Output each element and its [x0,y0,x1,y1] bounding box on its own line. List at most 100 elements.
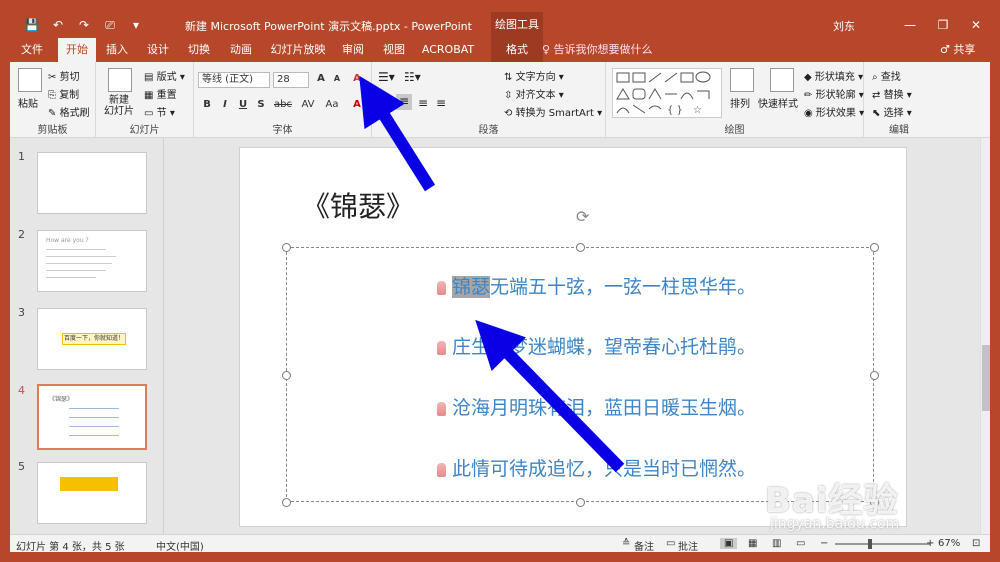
align-center-icon[interactable]: ≡ [396,94,412,110]
resize-handle[interactable] [576,498,585,507]
resize-handle[interactable] [282,498,291,507]
paste-icon[interactable] [18,68,42,92]
change-case-button[interactable]: Aa [322,98,342,112]
close-button[interactable]: ✕ [966,15,986,35]
strikethrough-button[interactable]: abc [272,98,294,112]
font-color-button[interactable]: A [350,98,364,112]
undo-icon[interactable]: ↶ [50,17,66,33]
slide-canvas[interactable]: 《锦瑟》 ⟳ 锦瑟无端五十弦，一弦一柱思华年。 庄生晓梦迷蝴蝶，望帝春心托杜鹃。… [239,147,907,527]
bold-button[interactable]: B [200,98,214,112]
tab-insert[interactable]: 插入 [102,38,132,62]
font-name-combo[interactable]: 等线 (正文) [198,72,270,88]
zoom-slider-knob[interactable] [868,539,872,549]
tab-animations[interactable]: 动画 [226,38,256,62]
tell-me-search[interactable]: ♀ 告诉我你想要做什么 [542,38,653,62]
tab-slideshow[interactable]: 幻灯片放映 [270,38,326,62]
arrange-icon[interactable] [730,68,754,92]
select-button[interactable]: ⬉ 选择 ▾ [872,104,912,119]
clear-format-button[interactable]: A [350,72,364,86]
slide-thumbnail-3[interactable]: 百度一下，你就知道！ [37,308,147,370]
quick-styles-button[interactable]: 快速样式 [758,95,798,110]
arrange-button[interactable]: 排列 [730,95,750,110]
replace-button[interactable]: ⇄ 替换 ▾ [872,86,912,101]
shape-fill-button[interactable]: ◆ 形状填充 ▾ [804,68,863,83]
numbering-icon[interactable]: ☷▾ [404,70,421,84]
format-painter-button[interactable]: ✎ 格式刷 [48,104,90,119]
fit-to-window-icon[interactable]: ⊡ [972,538,980,549]
find-button[interactable]: ⌕ 查找 [872,68,901,83]
slide-thumbnail-pane[interactable]: 1 2 How are you ? 3 百度一下，你就知道！ 4 《锦瑟》 5 [10,138,164,534]
poem-line[interactable]: 庄生晓梦迷蝴蝶，望帝春心托杜鹃。 [437,332,756,359]
minimize-button[interactable]: — [900,15,920,35]
scrollbar-thumb[interactable] [982,345,990,411]
shape-outline-button[interactable]: ✏ 形状轮廓 ▾ [804,86,864,101]
font-size-combo[interactable]: 28 [273,72,309,88]
present-icon[interactable]: ⎚ [102,17,118,33]
tab-file[interactable]: 文件 [14,38,50,62]
resize-handle[interactable] [282,243,291,252]
resize-handle[interactable] [870,243,879,252]
paste-button[interactable]: 粘贴 [18,95,38,110]
restore-button[interactable]: ❐ [933,15,953,35]
user-name[interactable]: 刘东 [833,18,855,34]
redo-icon[interactable]: ↷ [76,17,92,33]
shadow-button[interactable]: S [254,98,268,112]
reading-view-icon[interactable]: ▥ [772,538,781,549]
slideshow-icon[interactable]: ▭ [796,538,805,549]
quick-styles-icon[interactable] [770,68,794,92]
layout-button[interactable]: ▤ 版式 ▾ [144,68,185,83]
slide-thumbnail-2[interactable]: How are you ? [37,230,147,292]
section-button[interactable]: ▭ 节 ▾ [144,104,175,119]
tab-format[interactable]: 格式 [491,38,543,62]
shrink-font-button[interactable]: A [330,72,344,86]
tab-acrobat[interactable]: ACROBAT [420,38,476,62]
poem-line[interactable]: 锦瑟无端五十弦，一弦一柱思华年。 [437,272,756,299]
new-slide-icon[interactable] [108,68,132,92]
justify-icon[interactable]: ≡ [436,96,446,110]
reset-button[interactable]: ▦ 重置 [144,86,177,101]
resize-handle[interactable] [282,371,291,380]
tab-design[interactable]: 设计 [143,38,173,62]
zoom-slider[interactable] [835,543,930,545]
customize-qa-icon[interactable]: ▾ [128,17,144,33]
language-indicator[interactable]: 中文(中国) [156,538,204,553]
tab-view[interactable]: 视图 [379,38,409,62]
align-right-icon[interactable]: ≡ [418,96,428,110]
vertical-scrollbar[interactable] [980,138,990,534]
align-left-icon[interactable]: ≡ [378,96,388,110]
align-text-button[interactable]: ⇳ 对齐文本 ▾ [504,86,564,101]
tab-review[interactable]: 审阅 [338,38,368,62]
slide-title[interactable]: 《锦瑟》 [302,185,414,225]
shapes-gallery[interactable]: { } ☆ [612,68,722,118]
tab-home[interactable]: 开始 [58,38,96,62]
zoom-out-icon[interactable]: − [820,538,828,549]
zoom-level[interactable]: 67% [938,538,960,549]
poem-line[interactable]: 此情可待成追忆，只是当时已惘然。 [437,454,756,481]
underline-button[interactable]: U [236,98,250,112]
grow-font-button[interactable]: A [314,72,328,86]
cut-button[interactable]: ✂ 剪切 [48,68,80,83]
new-slide-button[interactable]: 新建 幻灯片 [104,95,134,117]
text-direction-button[interactable]: ⇅ 文字方向 ▾ [504,68,564,83]
rotate-handle-icon[interactable]: ⟳ [576,209,592,225]
smartart-button[interactable]: ⟲ 转换为 SmartArt ▾ [504,104,602,119]
shape-effects-button[interactable]: ◉ 形状效果 ▾ [804,104,864,119]
bullets-icon[interactable]: ☰▾ [378,70,395,84]
resize-handle[interactable] [870,371,879,380]
zoom-in-icon[interactable]: + [926,538,934,549]
comments-button[interactable]: 批注 [678,538,698,553]
poem-line[interactable]: 沧海月明珠有泪，蓝田日暖玉生烟。 [437,393,756,420]
slide-sorter-icon[interactable]: ▦ [748,538,757,549]
slide-thumbnail-5[interactable] [37,462,147,524]
italic-button[interactable]: I [218,98,232,112]
copy-button[interactable]: ⎘ 复制 [48,86,79,101]
slide-thumbnail-4[interactable]: 《锦瑟》 [37,384,147,450]
slide-thumbnail-1[interactable] [37,152,147,214]
save-icon[interactable]: 💾 [24,17,40,33]
share-button[interactable]: ♂ 共享 [940,38,975,62]
char-spacing-button[interactable]: AV [298,98,318,112]
tab-transitions[interactable]: 切换 [184,38,214,62]
resize-handle[interactable] [576,243,585,252]
selected-textbox[interactable]: ⟳ 锦瑟无端五十弦，一弦一柱思华年。 庄生晓梦迷蝴蝶，望帝春心托杜鹃。 沧海月明… [282,209,879,507]
notes-button[interactable]: 备注 [634,538,654,553]
